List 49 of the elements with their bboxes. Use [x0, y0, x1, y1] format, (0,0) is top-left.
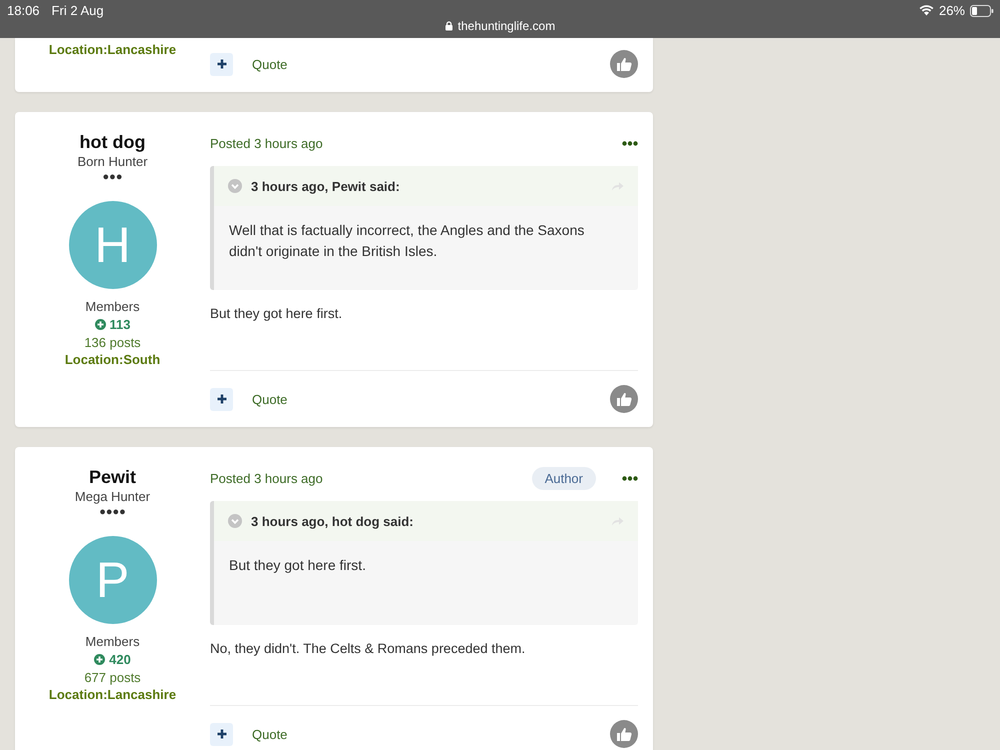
rank-title: Born Hunter	[77, 154, 148, 169]
chevron-circle-icon[interactable]	[228, 514, 242, 528]
date-text: Fri 2 Aug	[52, 3, 104, 18]
post-count: 677 posts	[84, 670, 141, 685]
location-text: Location:Lancashire	[48, 687, 176, 702]
quote-link[interactable]: Quote	[252, 392, 288, 406]
plus-icon	[216, 394, 226, 404]
thumbs-up-icon[interactable]	[610, 385, 638, 413]
quote-link[interactable]: Quote	[252, 56, 288, 72]
lock-icon	[444, 21, 453, 31]
post-body: No, they didn't. The Celts & Romans preceded them.	[210, 641, 526, 656]
quote-citation: 3 hours ago, Pewit said:	[251, 178, 400, 194]
username-link[interactable]: Pewit	[88, 466, 136, 488]
plus-icon	[216, 59, 226, 69]
reputation-count: 113	[110, 317, 130, 332]
reputation-count: 420	[109, 652, 131, 667]
post-date[interactable]: Posted 3 hours ago	[210, 136, 323, 150]
quote-link[interactable]: Quote	[252, 726, 288, 742]
plus-icon	[216, 729, 226, 739]
plus-circle-icon	[94, 319, 106, 330]
battery-icon	[970, 4, 994, 16]
thumbs-up-icon[interactable]	[610, 720, 638, 748]
more-icon[interactable]	[622, 476, 638, 480]
more-icon[interactable]	[622, 140, 638, 146]
rank-pips: ●●●	[102, 171, 122, 183]
plus-circle-icon	[94, 654, 106, 665]
multiquote-button[interactable]	[210, 722, 233, 746]
chevron-circle-icon[interactable]	[228, 179, 242, 193]
post-body: But they got here first.	[210, 306, 344, 321]
username-link[interactable]: hot dog	[80, 131, 146, 153]
post-date[interactable]: Posted 3 hours ago	[210, 470, 323, 486]
rank-title: Mega Hunter	[74, 489, 150, 504]
clock-time: 18:06	[7, 3, 40, 18]
member-group: Members	[85, 299, 140, 314]
member-group: Members	[85, 634, 140, 649]
thumbs-up-icon[interactable]	[610, 50, 638, 78]
multiquote-button[interactable]	[210, 52, 233, 76]
rank-pips: ●●●●	[99, 506, 126, 518]
url-text[interactable]: thehuntinglife.com	[458, 19, 556, 33]
quoted-text: Well that is factually incorrect, the Angles and the Saxons didn't originate in the British Isles.	[229, 221, 586, 261]
location-text: Location:Lancashire	[48, 42, 176, 57]
quote-citation: 3 hours ago, hot dog said:	[251, 514, 414, 528]
quoted-text: But they got here first.	[229, 556, 367, 575]
battery-percent: 26%	[938, 3, 965, 18]
location-text: Location:South	[64, 352, 160, 367]
post-count: 136 posts	[84, 335, 141, 350]
author-badge: Author	[532, 466, 596, 490]
wifi-icon	[918, 5, 934, 16]
multiquote-button[interactable]	[210, 388, 233, 410]
